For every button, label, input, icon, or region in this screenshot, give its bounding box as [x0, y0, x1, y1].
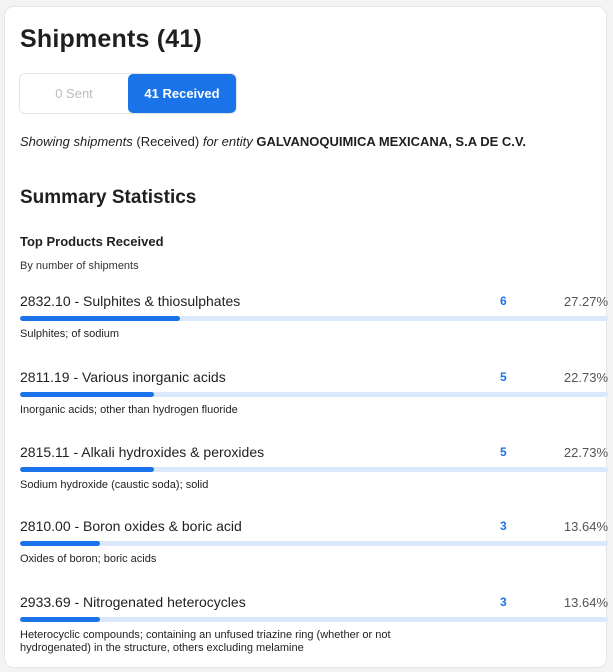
received-tab[interactable]: 41 Received: [128, 74, 236, 113]
share-bar-fill: [20, 541, 101, 546]
top-products-subtitle: By number of shipments: [20, 260, 139, 272]
product-percent: 13.64%: [563, 595, 608, 610]
showing-prefix: Showing shipments: [20, 134, 133, 149]
product-count: 5: [500, 370, 507, 384]
product-percent: 27.27%: [563, 294, 608, 309]
showing-description: Showing shipments (Received) for entity …: [20, 134, 526, 149]
sent-tab[interactable]: 0 Sent: [20, 74, 128, 113]
share-bar-fill: [20, 316, 181, 321]
top-products-title: Top Products Received: [20, 234, 164, 249]
showing-direction: (Received): [136, 134, 200, 149]
share-bar-track: [20, 316, 608, 321]
product-count: 3: [500, 519, 507, 533]
product-name: 2810.00 - Boron oxides & boric acid: [20, 518, 242, 534]
product-description: Sodium hydroxide (caustic soda); solid: [20, 479, 209, 491]
share-bar-track: [20, 541, 608, 546]
product-description: Sulphites; of sodium: [20, 328, 120, 340]
product-name: 2832.10 - Sulphites & thiosulphates: [20, 293, 241, 309]
share-bar-fill: [20, 392, 154, 397]
product-description: Inorganic acids; other than hydrogen flu…: [20, 404, 238, 416]
product-name: 2811.19 - Various inorganic acids: [20, 369, 226, 385]
share-bar-fill: [20, 467, 154, 472]
product-percent: 22.73%: [563, 445, 608, 460]
product-percent: 22.73%: [563, 370, 608, 385]
page-title: Shipments (41): [20, 25, 202, 53]
product-description: Heterocyclic compounds; containing an un…: [20, 629, 391, 654]
product-name: 2933.69 - Nitrogenated heterocycles: [20, 594, 246, 610]
product-description: Oxides of boron; boric acids: [20, 553, 157, 565]
entity-name: GALVANOQUIMICA MEXICANA, S.A DE C.V.: [256, 134, 526, 149]
shipments-card: Shipments (41) 0 Sent 41 Received Showin…: [4, 6, 608, 668]
product-count: 3: [500, 595, 507, 609]
product-count: 6: [500, 294, 507, 308]
share-bar-track: [20, 467, 608, 472]
showing-middle: for entity: [202, 134, 253, 149]
share-bar-track: [20, 617, 608, 622]
product-count: 5: [500, 445, 507, 459]
product-percent: 13.64%: [563, 519, 608, 534]
share-bar-fill: [20, 617, 101, 622]
share-bar-track: [20, 392, 608, 397]
shipment-direction-toggle: 0 Sent 41 Received: [19, 73, 237, 114]
product-name: 2815.11 - Alkali hydroxides & peroxides: [20, 444, 265, 460]
summary-heading: Summary Statistics: [20, 187, 197, 208]
